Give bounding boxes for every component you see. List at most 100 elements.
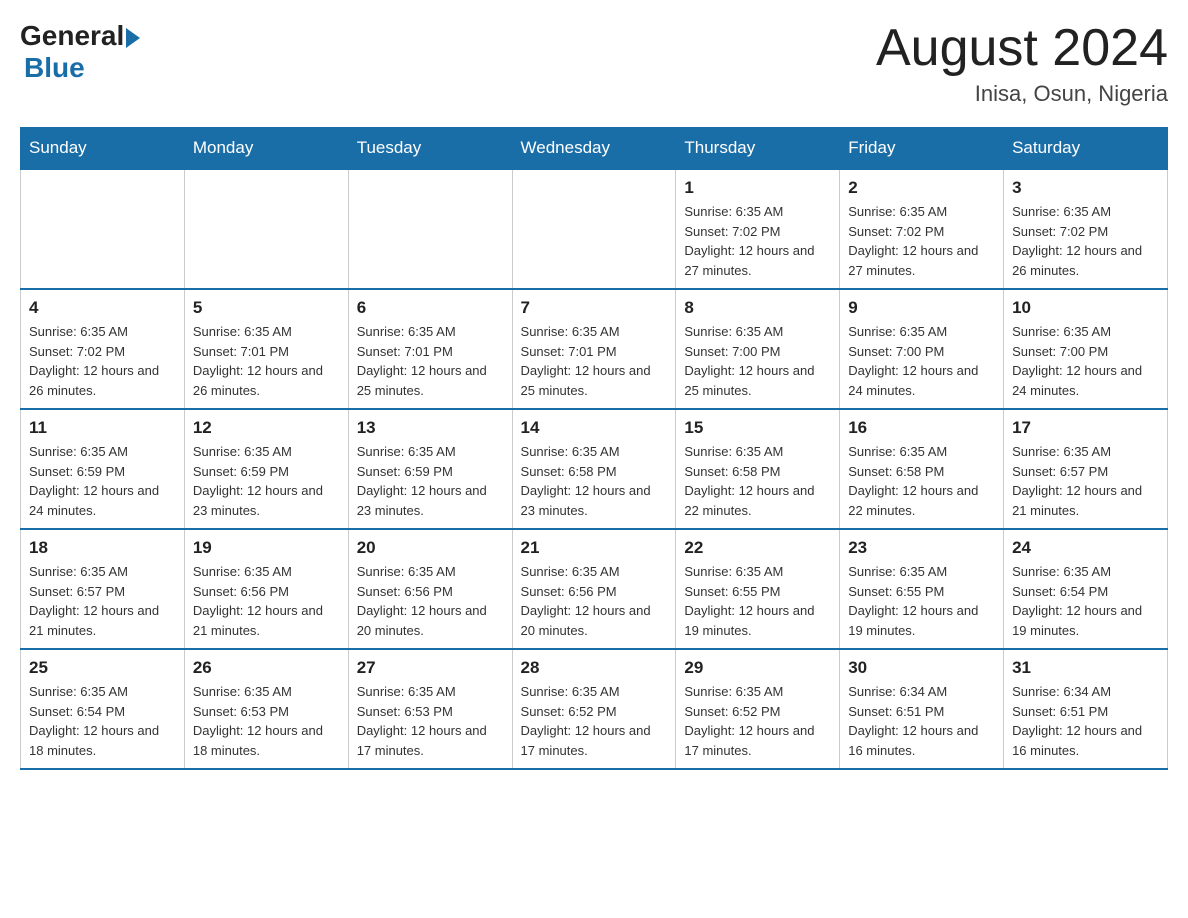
calendar-cell [512, 169, 676, 289]
day-info: Sunrise: 6:35 AMSunset: 7:02 PMDaylight:… [29, 322, 176, 400]
day-number: 1 [684, 178, 831, 198]
day-info: Sunrise: 6:35 AMSunset: 6:52 PMDaylight:… [521, 682, 668, 760]
calendar-week-row-3: 11 Sunrise: 6:35 AMSunset: 6:59 PMDayligh… [21, 409, 1168, 529]
calendar-cell: 4 Sunrise: 6:35 AMSunset: 7:02 PMDaylight… [21, 289, 185, 409]
day-info: Sunrise: 6:35 AMSunset: 6:55 PMDaylight:… [684, 562, 831, 640]
calendar-cell: 5Sunrise: 6:35 AMSunset: 7:01 PMDaylight… [184, 289, 348, 409]
day-number: 19 [193, 538, 340, 558]
calendar-table: SundayMondayTuesdayWednesdayThursdayFrid… [20, 127, 1168, 770]
day-info: Sunrise: 6:35 AMSunset: 7:00 PMDaylight:… [684, 322, 831, 400]
day-info: Sunrise: 6:35 AMSunset: 7:01 PMDaylight:… [193, 322, 340, 400]
weekday-header-sunday: Sunday [21, 128, 185, 170]
calendar-week-row-2: 4 Sunrise: 6:35 AMSunset: 7:02 PMDaylight… [21, 289, 1168, 409]
calendar-cell: 24Sunrise: 6:35 AMSunset: 6:54 PMDayligh… [1004, 529, 1168, 649]
day-info: Sunrise: 6:35 AMSunset: 6:52 PMDaylight:… [684, 682, 831, 760]
day-info: Sunrise: 6:35 AMSunset: 7:02 PMDaylight:… [684, 202, 831, 280]
day-info: Sunrise: 6:35 AMSunset: 6:57 PMDaylight:… [29, 562, 176, 640]
day-number: 3 [1012, 178, 1159, 198]
calendar-cell: 15 Sunrise: 6:35 AMSunset: 6:58 PMDayligh… [676, 409, 840, 529]
location-subtitle: Inisa, Osun, Nigeria [876, 81, 1168, 107]
day-info: Sunrise: 6:35 AMSunset: 7:02 PMDaylight:… [848, 202, 995, 280]
day-number: 26 [193, 658, 340, 678]
calendar-cell: 25Sunrise: 6:35 AMSunset: 6:54 PMDayligh… [21, 649, 185, 769]
day-info: Sunrise: 6:35 AMSunset: 6:59 PMDaylight:… [29, 442, 176, 520]
calendar-cell: 31Sunrise: 6:34 AMSunset: 6:51 PMDayligh… [1004, 649, 1168, 769]
day-info: Sunrise: 6:35 AMSunset: 6:55 PMDaylight:… [848, 562, 995, 640]
day-number: 29 [684, 658, 831, 678]
month-title: August 2024 [876, 20, 1168, 77]
day-number: 18 [29, 538, 176, 558]
calendar-cell: 8 Sunrise: 6:35 AMSunset: 7:00 PMDaylight… [676, 289, 840, 409]
day-info: Sunrise: 6:35 AMSunset: 6:53 PMDaylight:… [357, 682, 504, 760]
day-info: Sunrise: 6:35 AMSunset: 6:53 PMDaylight:… [193, 682, 340, 760]
calendar-week-row-5: 25Sunrise: 6:35 AMSunset: 6:54 PMDayligh… [21, 649, 1168, 769]
calendar-cell: 17 Sunrise: 6:35 AMSunset: 6:57 PMDayligh… [1004, 409, 1168, 529]
calendar-cell: 1 Sunrise: 6:35 AMSunset: 7:02 PMDaylight… [676, 169, 840, 289]
day-info: Sunrise: 6:35 AMSunset: 6:57 PMDaylight:… [1012, 442, 1159, 520]
day-number: 9 [848, 298, 995, 318]
day-info: Sunrise: 6:35 AMSunset: 7:01 PMDaylight:… [521, 322, 668, 400]
weekday-header-saturday: Saturday [1004, 128, 1168, 170]
calendar-cell: 9 Sunrise: 6:35 AMSunset: 7:00 PMDaylight… [840, 289, 1004, 409]
day-info: Sunrise: 6:35 AMSunset: 7:01 PMDaylight:… [357, 322, 504, 400]
calendar-cell: 16 Sunrise: 6:35 AMSunset: 6:58 PMDayligh… [840, 409, 1004, 529]
day-info: Sunrise: 6:35 AMSunset: 6:58 PMDaylight:… [684, 442, 831, 520]
day-number: 8 [684, 298, 831, 318]
day-number: 28 [521, 658, 668, 678]
day-number: 30 [848, 658, 995, 678]
day-info: Sunrise: 6:35 AMSunset: 6:56 PMDaylight:… [357, 562, 504, 640]
calendar-cell: 29 Sunrise: 6:35 AMSunset: 6:52 PMDayligh… [676, 649, 840, 769]
calendar-cell: 14 Sunrise: 6:35 AMSunset: 6:58 PMDayligh… [512, 409, 676, 529]
day-info: Sunrise: 6:35 AMSunset: 6:56 PMDaylight:… [193, 562, 340, 640]
calendar-cell: 18 Sunrise: 6:35 AMSunset: 6:57 PMDayligh… [21, 529, 185, 649]
day-info: Sunrise: 6:35 AMSunset: 6:56 PMDaylight:… [521, 562, 668, 640]
day-info: Sunrise: 6:35 AMSunset: 6:58 PMDaylight:… [848, 442, 995, 520]
logo-arrow-icon [126, 28, 140, 48]
day-number: 23 [848, 538, 995, 558]
calendar-week-row-4: 18 Sunrise: 6:35 AMSunset: 6:57 PMDayligh… [21, 529, 1168, 649]
day-number: 15 [684, 418, 831, 438]
day-info: Sunrise: 6:35 AMSunset: 7:00 PMDaylight:… [1012, 322, 1159, 400]
day-number: 31 [1012, 658, 1159, 678]
day-number: 10 [1012, 298, 1159, 318]
day-number: 24 [1012, 538, 1159, 558]
calendar-cell: 12Sunrise: 6:35 AMSunset: 6:59 PMDayligh… [184, 409, 348, 529]
day-info: Sunrise: 6:34 AMSunset: 6:51 PMDaylight:… [848, 682, 995, 760]
day-info: Sunrise: 6:35 AMSunset: 6:58 PMDaylight:… [521, 442, 668, 520]
page-header: General Blue August 2024 Inisa, Osun, Ni… [20, 20, 1168, 107]
weekday-header-wednesday: Wednesday [512, 128, 676, 170]
calendar-cell: 21 Sunrise: 6:35 AMSunset: 6:56 PMDayligh… [512, 529, 676, 649]
calendar-cell: 26 Sunrise: 6:35 AMSunset: 6:53 PMDayligh… [184, 649, 348, 769]
day-number: 16 [848, 418, 995, 438]
calendar-cell: 23 Sunrise: 6:35 AMSunset: 6:55 PMDayligh… [840, 529, 1004, 649]
day-info: Sunrise: 6:35 AMSunset: 6:54 PMDaylight:… [29, 682, 176, 760]
day-number: 17 [1012, 418, 1159, 438]
calendar-cell: 22Sunrise: 6:35 AMSunset: 6:55 PMDayligh… [676, 529, 840, 649]
logo-general-text: General [20, 20, 124, 52]
day-info: Sunrise: 6:35 AMSunset: 7:02 PMDaylight:… [1012, 202, 1159, 280]
calendar-cell: 20 Sunrise: 6:35 AMSunset: 6:56 PMDayligh… [348, 529, 512, 649]
day-number: 7 [521, 298, 668, 318]
calendar-cell: 28 Sunrise: 6:35 AMSunset: 6:52 PMDayligh… [512, 649, 676, 769]
weekday-header-monday: Monday [184, 128, 348, 170]
calendar-week-row-1: 1 Sunrise: 6:35 AMSunset: 7:02 PMDaylight… [21, 169, 1168, 289]
day-number: 21 [521, 538, 668, 558]
day-number: 12 [193, 418, 340, 438]
calendar-cell: 6Sunrise: 6:35 AMSunset: 7:01 PMDaylight… [348, 289, 512, 409]
calendar-cell [184, 169, 348, 289]
calendar-cell [348, 169, 512, 289]
day-number: 4 [29, 298, 176, 318]
day-number: 20 [357, 538, 504, 558]
day-number: 13 [357, 418, 504, 438]
calendar-cell: 11 Sunrise: 6:35 AMSunset: 6:59 PMDayligh… [21, 409, 185, 529]
calendar-cell: 7 Sunrise: 6:35 AMSunset: 7:01 PMDaylight… [512, 289, 676, 409]
day-info: Sunrise: 6:35 AMSunset: 6:59 PMDaylight:… [357, 442, 504, 520]
calendar-cell: 3 Sunrise: 6:35 AMSunset: 7:02 PMDaylight… [1004, 169, 1168, 289]
logo: General Blue [20, 20, 140, 84]
day-number: 14 [521, 418, 668, 438]
calendar-header-row: SundayMondayTuesdayWednesdayThursdayFrid… [21, 128, 1168, 170]
weekday-header-friday: Friday [840, 128, 1004, 170]
day-number: 11 [29, 418, 176, 438]
calendar-cell: 19 Sunrise: 6:35 AMSunset: 6:56 PMDayligh… [184, 529, 348, 649]
day-info: Sunrise: 6:35 AMSunset: 7:00 PMDaylight:… [848, 322, 995, 400]
